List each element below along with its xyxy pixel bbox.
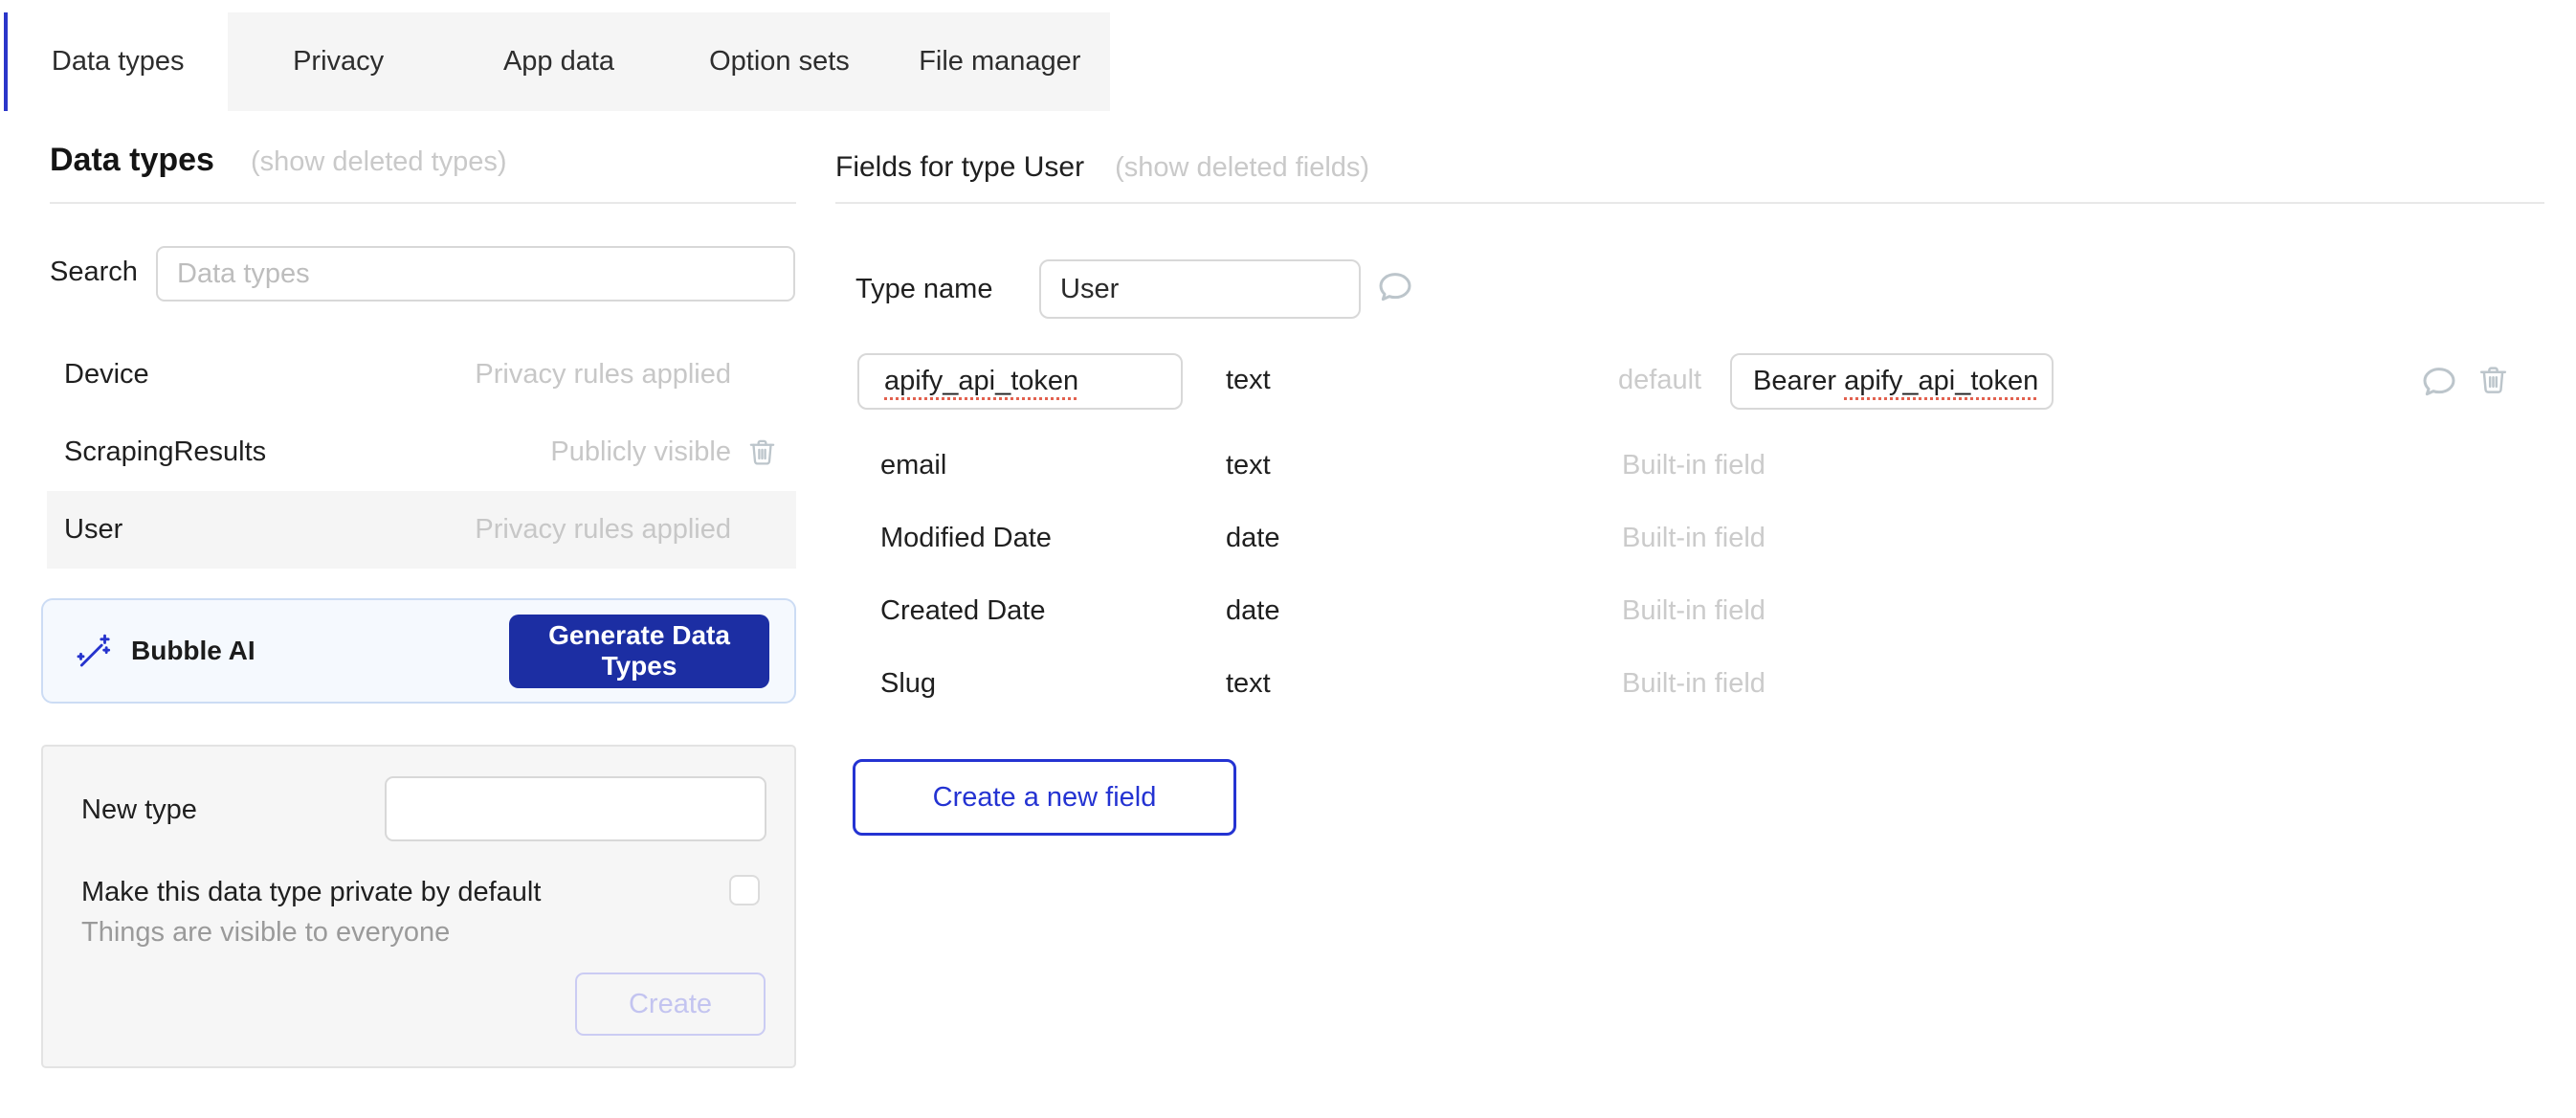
field-name[interactable]: email xyxy=(880,450,946,481)
type-row-scrapingresults[interactable]: ScrapingResults Publicly visible xyxy=(47,414,796,491)
field-name[interactable]: Modified Date xyxy=(880,523,1052,554)
generate-data-types-button[interactable]: Generate Data Types xyxy=(509,615,769,688)
new-type-label: New type xyxy=(81,794,197,826)
search-label: Search xyxy=(50,257,138,288)
private-by-default-label: Make this data type private by default xyxy=(81,877,541,908)
bubble-ai-box: Bubble AI Generate Data Types xyxy=(41,598,796,704)
visibility-hint: Things are visible to everyone xyxy=(81,917,450,949)
default-prefix-text: Bearer xyxy=(1753,366,1844,397)
field-name[interactable]: Slug xyxy=(880,668,936,700)
fields-header: Fields for type User (show deleted field… xyxy=(835,151,1369,184)
default-label: default xyxy=(1618,365,1701,396)
type-name: User xyxy=(64,514,475,546)
field-default-input[interactable]: Bearer apify_api_token xyxy=(1730,353,2054,410)
tab-option-sets[interactable]: Option sets xyxy=(669,12,889,111)
private-by-default-checkbox[interactable] xyxy=(729,875,760,906)
field-note: Built-in field xyxy=(1622,668,1765,700)
field-type: date xyxy=(1226,523,1279,554)
tab-privacy[interactable]: Privacy xyxy=(228,12,448,111)
field-note: Built-in field xyxy=(1622,595,1765,627)
show-deleted-fields-link[interactable]: (show deleted fields) xyxy=(1115,152,1369,184)
field-type: date xyxy=(1226,595,1279,627)
trash-icon[interactable] xyxy=(2477,362,2509,398)
type-status: Privacy rules applied xyxy=(475,514,731,546)
show-deleted-types-link[interactable]: (show deleted types) xyxy=(251,146,507,178)
data-types-title: Data types xyxy=(50,142,214,179)
field-note: Built-in field xyxy=(1622,450,1765,481)
field-name[interactable]: Created Date xyxy=(880,595,1046,627)
data-type-list: Device Privacy rules applied ScrapingRes… xyxy=(47,336,796,569)
type-name-label: Type name xyxy=(855,274,992,305)
field-type: text xyxy=(1226,668,1271,700)
type-row-user[interactable]: User Privacy rules applied xyxy=(47,491,796,569)
tab-data-types[interactable]: Data types xyxy=(4,12,228,111)
comment-bubble-icon[interactable] xyxy=(1375,268,1415,306)
tab-app-data[interactable]: App data xyxy=(449,12,669,111)
left-panel-divider xyxy=(50,202,796,204)
tab-file-manager[interactable]: File manager xyxy=(890,12,1110,111)
type-name-input[interactable] xyxy=(1039,259,1361,319)
field-name-input[interactable]: apify_api_token xyxy=(857,353,1183,410)
trash-icon[interactable] xyxy=(747,436,777,469)
data-types-header: Data types (show deleted types) xyxy=(50,142,507,179)
field-type: text xyxy=(1226,365,1271,396)
field-type: text xyxy=(1226,450,1271,481)
create-type-button[interactable]: Create xyxy=(575,973,766,1036)
new-type-box: New type Make this data type private by … xyxy=(41,745,796,1068)
default-token-text: apify_api_token xyxy=(1844,366,2038,397)
field-name-text: apify_api_token xyxy=(884,366,1078,397)
comment-bubble-icon[interactable] xyxy=(2419,363,2459,401)
data-tab-bar: Data types Privacy App data Option sets … xyxy=(4,12,1110,111)
type-name: Device xyxy=(64,359,475,391)
fields-title: Fields for type User xyxy=(835,151,1084,184)
magic-wand-icon xyxy=(74,632,112,670)
search-input[interactable] xyxy=(156,246,795,302)
type-status: Privacy rules applied xyxy=(475,359,731,391)
type-status: Publicly visible xyxy=(550,436,731,468)
new-type-input[interactable] xyxy=(385,776,766,841)
type-name: ScrapingResults xyxy=(64,436,550,468)
type-row-device[interactable]: Device Privacy rules applied xyxy=(47,336,796,414)
create-new-field-button[interactable]: Create a new field xyxy=(853,759,1236,836)
right-panel-divider xyxy=(835,202,2544,204)
field-note: Built-in field xyxy=(1622,523,1765,554)
bubble-ai-label: Bubble AI xyxy=(131,636,255,666)
